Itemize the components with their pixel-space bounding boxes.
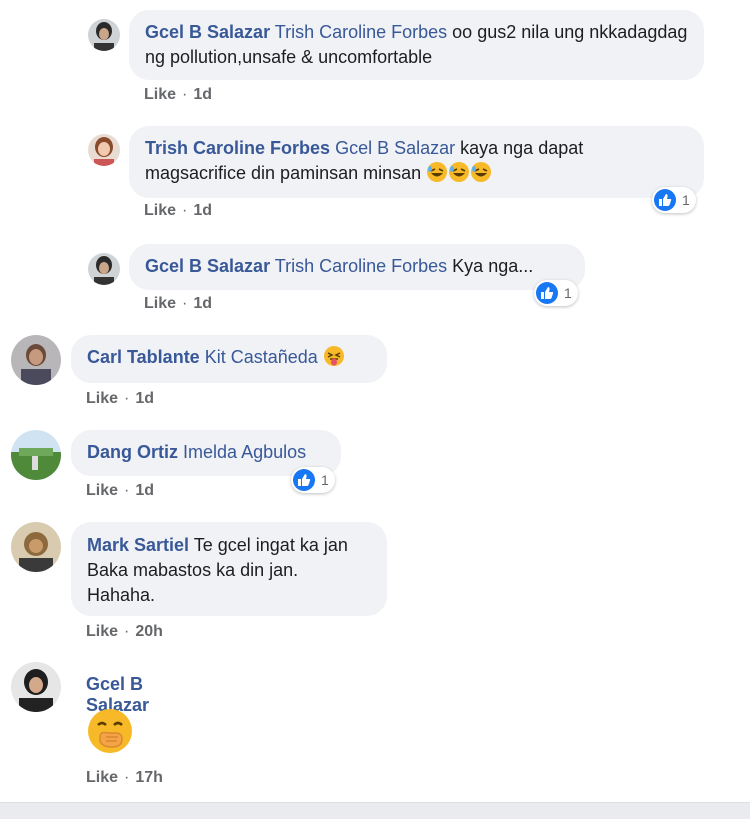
comment-text-line: Hahaha.	[87, 585, 156, 605]
thumbs-up-icon	[654, 189, 676, 211]
mention-tag[interactable]: Imelda Agbulos	[183, 442, 306, 462]
meta-separator: ·	[182, 202, 188, 219]
reaction-summary[interactable]: 1	[534, 280, 578, 306]
meta-separator: ·	[124, 769, 130, 786]
comment-meta: Like · 1d	[86, 482, 154, 500]
avatar[interactable]	[11, 522, 61, 572]
reaction-count: 1	[564, 285, 572, 301]
timestamp[interactable]: 1d	[135, 482, 154, 499]
bottom-divider	[0, 802, 750, 819]
comment-author[interactable]: Gcel B Salazar	[145, 256, 270, 276]
avatar[interactable]	[11, 430, 61, 480]
thumbs-up-icon	[536, 282, 558, 304]
timestamp[interactable]: 1d	[193, 295, 212, 312]
meta-separator: ·	[182, 295, 188, 312]
timestamp[interactable]: 1d	[193, 86, 212, 103]
avatar[interactable]	[88, 19, 120, 51]
meta-separator: ·	[124, 482, 130, 499]
comment-bubble: Trish Caroline Forbes Gcel B Salazar kay…	[129, 126, 704, 198]
like-link[interactable]: Like	[86, 769, 118, 786]
comment-author[interactable]: Carl Tablante	[87, 347, 200, 367]
avatar[interactable]	[11, 662, 61, 712]
like-link[interactable]: Like	[144, 202, 176, 219]
comment-author[interactable]: Trish Caroline Forbes	[145, 138, 330, 158]
mention-tag[interactable]: Kit Castañeda	[205, 347, 318, 367]
like-link[interactable]: Like	[86, 623, 118, 640]
comment-author[interactable]: Mark Sartiel	[87, 535, 189, 555]
timestamp[interactable]: 1d	[193, 202, 212, 219]
comment-author[interactable]: Gcel B Salazar	[145, 22, 270, 42]
tongue-out-emoji	[323, 345, 345, 374]
like-link[interactable]: Like	[144, 295, 176, 312]
meta-separator: ·	[124, 623, 130, 640]
comment-text-line: Baka mabastos ka din jan.	[87, 560, 299, 580]
timestamp[interactable]: 20h	[135, 623, 163, 640]
mention-tag[interactable]: Trish Caroline Forbes	[275, 22, 447, 42]
rolling-laughing-emoji	[448, 161, 470, 190]
mention-tag[interactable]: Trish Caroline Forbes	[275, 256, 447, 276]
comment-meta: Like · 17h	[86, 769, 163, 787]
like-link[interactable]: Like	[86, 390, 118, 407]
timestamp[interactable]: 1d	[135, 390, 154, 407]
reaction-summary[interactable]: 1	[291, 467, 335, 493]
reaction-count: 1	[682, 192, 690, 208]
comment-bubble: Gcel B Salazar Trish Caroline Forbes oo …	[129, 10, 704, 80]
comment-bubble: Gcel B Salazar Trish Caroline Forbes Kya…	[129, 244, 585, 290]
hand-over-mouth-emoji	[86, 707, 134, 760]
avatar[interactable]	[88, 253, 120, 285]
comment-meta: Like · 1d	[144, 295, 212, 313]
comment-meta: Like · 1d	[144, 202, 212, 220]
meta-separator: ·	[182, 86, 188, 103]
comment-text: Kya nga...	[452, 256, 534, 276]
comment-text-line: Te gcel ingat ka jan	[193, 535, 348, 555]
mention-tag[interactable]: Gcel B Salazar	[335, 138, 455, 158]
comment-meta: Like · 1d	[144, 86, 212, 104]
comment-author[interactable]: Dang Ortiz	[87, 442, 178, 462]
rolling-laughing-emoji	[470, 161, 492, 190]
reaction-count: 1	[321, 472, 329, 488]
rolling-laughing-emoji	[426, 161, 448, 190]
meta-separator: ·	[124, 390, 130, 407]
comment-bubble: Mark Sartiel Te gcel ingat ka jan Baka m…	[71, 522, 387, 616]
comment-meta: Like · 1d	[86, 390, 154, 408]
like-link[interactable]: Like	[86, 482, 118, 499]
avatar[interactable]	[11, 335, 61, 385]
comment-meta: Like · 20h	[86, 623, 163, 641]
reaction-summary[interactable]: 1	[652, 187, 696, 213]
thumbs-up-icon	[293, 469, 315, 491]
like-link[interactable]: Like	[144, 86, 176, 103]
timestamp[interactable]: 17h	[135, 769, 163, 786]
avatar[interactable]	[88, 134, 120, 166]
comment-bubble: Carl Tablante Kit Castañeda	[71, 335, 387, 383]
